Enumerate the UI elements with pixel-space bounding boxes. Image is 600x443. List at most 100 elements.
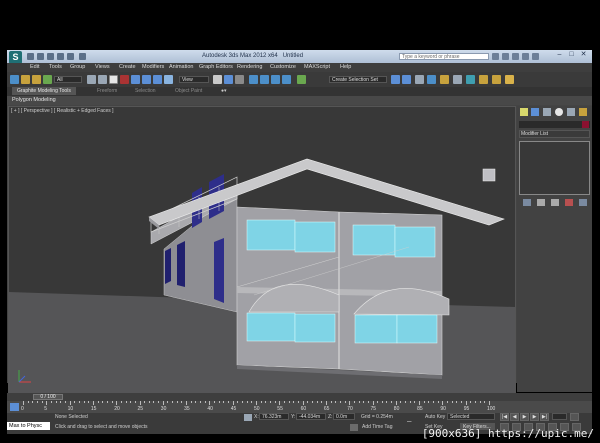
tab-selection[interactable]: Selection — [135, 88, 156, 94]
ribbon-minimize-icon[interactable]: ●▾ — [221, 88, 227, 94]
schematic-view-icon[interactable] — [453, 75, 462, 84]
unlink-icon[interactable] — [32, 75, 41, 84]
menu-edit[interactable]: Edit — [30, 64, 39, 70]
reference-coordinate-dropdown[interactable]: View — [179, 76, 209, 83]
placement-icon[interactable] — [164, 75, 173, 84]
modifier-list-dropdown[interactable]: Modifier List — [519, 130, 590, 138]
configure-modifier-sets-icon[interactable] — [579, 199, 587, 206]
tab-object-paint[interactable]: Object Paint — [175, 88, 202, 94]
add-time-tag-button[interactable]: Add Time Tag — [362, 424, 392, 430]
x-coordinate-field[interactable]: 76.323m — [259, 413, 289, 420]
material-editor-icon[interactable] — [466, 75, 475, 84]
select-and-link-icon[interactable] — [21, 75, 30, 84]
subscription-center-icon[interactable] — [502, 53, 509, 60]
menu-maxscript[interactable]: MAXScript — [304, 64, 330, 70]
keyboard-shortcut-override-icon[interactable] — [235, 75, 244, 84]
object-name-field[interactable] — [519, 121, 590, 128]
tab-graphite-modeling-tools[interactable]: Graphite Modeling Tools — [12, 87, 76, 95]
menu-tools[interactable]: Tools — [49, 64, 62, 70]
menu-help[interactable]: Help — [340, 64, 351, 70]
select-object-icon[interactable] — [87, 75, 96, 84]
angle-snap-icon[interactable] — [260, 75, 269, 84]
bind-space-warp-icon[interactable] — [43, 75, 52, 84]
viewcube-icon[interactable] — [482, 168, 496, 182]
spinner-snap-icon[interactable] — [282, 75, 291, 84]
modifier-stack[interactable] — [519, 141, 590, 195]
new-file-icon[interactable] — [27, 53, 34, 60]
maxscript-listener-input[interactable]: Max to Physc — [7, 422, 50, 430]
undo-icon[interactable] — [10, 75, 19, 84]
pin-stack-icon[interactable] — [523, 199, 531, 206]
menu-modifiers[interactable]: Modifiers — [142, 64, 164, 70]
menu-graph-editors[interactable]: Graph Editors — [199, 64, 233, 70]
edit-named-selection-icon[interactable] — [297, 75, 306, 84]
lock-selection-icon[interactable] — [244, 414, 252, 421]
search-icon[interactable] — [492, 53, 499, 60]
display-tab-icon[interactable] — [567, 108, 575, 116]
undo-icon[interactable] — [57, 53, 64, 60]
favorites-star-icon[interactable] — [522, 53, 529, 60]
infocenter-search-input[interactable]: Type a keyword or phrase — [399, 53, 489, 60]
snaps-toggle-icon[interactable] — [249, 75, 258, 84]
select-and-rotate-icon[interactable] — [142, 75, 151, 84]
y-coordinate-field[interactable]: -44.034m — [296, 413, 326, 420]
render-setup-icon[interactable] — [479, 75, 488, 84]
maximize-button[interactable]: □ — [567, 51, 576, 59]
time-slider-knob[interactable]: 0 / 100 — [33, 394, 63, 400]
go-to-start-icon[interactable]: |◀ — [500, 413, 509, 421]
make-unique-icon[interactable] — [551, 199, 559, 206]
save-file-icon[interactable] — [47, 53, 54, 60]
window-crossing-icon[interactable] — [120, 75, 129, 84]
go-to-end-icon[interactable]: ▶| — [540, 413, 549, 421]
communication-center-icon[interactable] — [512, 53, 519, 60]
menu-customize[interactable]: Customize — [270, 64, 296, 70]
close-button[interactable]: ✕ — [579, 51, 588, 59]
polygon-modeling-panel[interactable]: Polygon Modeling — [12, 97, 56, 103]
menu-views[interactable]: Views — [95, 64, 110, 70]
menu-group[interactable]: Group — [70, 64, 85, 70]
show-end-result-icon[interactable] — [537, 199, 545, 206]
play-icon[interactable]: ▶ — [520, 413, 529, 421]
select-manipulate-icon[interactable] — [224, 75, 233, 84]
set-key-mode-icon[interactable]: ⎯ — [407, 416, 421, 430]
manage-layers-icon[interactable] — [415, 75, 424, 84]
graphite-tools-icon[interactable] — [427, 75, 436, 84]
viewport-label[interactable]: [ + ] [ Perspective ] [ Realistic + Edge… — [11, 108, 114, 114]
menu-create[interactable]: Create — [119, 64, 136, 70]
object-color-swatch[interactable] — [582, 121, 589, 128]
selection-filter-dropdown[interactable]: All — [54, 76, 82, 83]
rendered-frame-window-icon[interactable] — [492, 75, 501, 84]
rectangular-selection-icon[interactable] — [109, 75, 118, 84]
auto-key-button[interactable]: Auto Key — [425, 414, 445, 420]
perspective-viewport[interactable]: [ + ] [ Perspective ] [ Realistic + Edge… — [8, 106, 516, 394]
render-production-icon[interactable] — [505, 75, 514, 84]
percent-snap-icon[interactable] — [271, 75, 280, 84]
project-folder-icon[interactable] — [79, 53, 86, 60]
menu-animation[interactable]: Animation — [169, 64, 193, 70]
mini-curve-editor-icon[interactable] — [10, 403, 19, 411]
select-and-scale-icon[interactable] — [153, 75, 162, 84]
select-by-name-icon[interactable] — [98, 75, 107, 84]
redo-icon[interactable] — [67, 53, 74, 60]
modify-tab-icon[interactable] — [531, 108, 539, 116]
previous-frame-icon[interactable]: ◀ — [510, 413, 519, 421]
time-configuration-icon[interactable] — [570, 413, 579, 421]
auto-key-mode-dropdown[interactable]: Selected — [447, 413, 495, 420]
mirror-icon[interactable] — [391, 75, 400, 84]
named-selection-dropdown[interactable]: Create Selection Set — [329, 76, 387, 83]
tab-freeform[interactable]: Freeform — [97, 88, 117, 94]
z-coordinate-field[interactable]: 0.0m — [333, 413, 355, 420]
hierarchy-tab-icon[interactable] — [543, 108, 551, 116]
next-frame-icon[interactable]: ▶ — [530, 413, 539, 421]
remove-modifier-icon[interactable] — [565, 199, 573, 206]
select-and-move-icon[interactable] — [131, 75, 140, 84]
align-icon[interactable] — [402, 75, 411, 84]
help-icon[interactable] — [532, 53, 539, 60]
time-slider[interactable]: 0 / 100 — [7, 393, 592, 401]
open-file-icon[interactable] — [37, 53, 44, 60]
curve-editor-icon[interactable] — [440, 75, 449, 84]
pivot-center-icon[interactable] — [213, 75, 222, 84]
current-frame-field[interactable] — [552, 413, 567, 420]
create-tab-icon[interactable] — [520, 108, 528, 116]
track-bar[interactable]: 0 5 10 15 20 25 30 35 40 45 50 55 60 65 70 75 80 85 90 95 10… — [7, 401, 592, 413]
